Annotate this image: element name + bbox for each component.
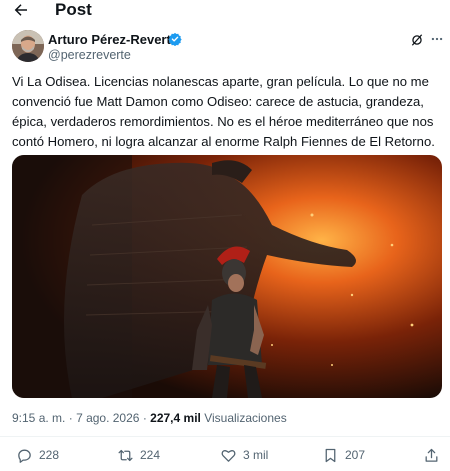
author-name[interactable]: Arturo Pérez-Reverte [48, 32, 178, 48]
top-bar: Post [0, 0, 450, 22]
views-count: 227,4 mil [150, 411, 201, 425]
reply-button[interactable]: 228 [16, 445, 59, 465]
post-time[interactable]: 9:15 a. m. [12, 411, 65, 425]
back-arrow-icon[interactable] [12, 1, 30, 19]
author-handle[interactable]: @perezreverte [48, 48, 131, 63]
divider [0, 436, 450, 437]
like-count: 3 mil [243, 448, 269, 462]
post-author: Arturo Pérez-Reverte @perezreverte [12, 30, 444, 64]
bookmark-count: 207 [345, 448, 366, 462]
meta-separator: · [142, 411, 147, 425]
reply-icon [18, 449, 31, 463]
share-button[interactable] [423, 445, 440, 465]
repost-icon [118, 449, 133, 461]
share-icon [425, 448, 438, 462]
verified-badge-icon [168, 32, 182, 46]
repost-button[interactable]: 224 [117, 445, 160, 465]
like-icon [221, 449, 236, 462]
grok-icon[interactable] [410, 33, 424, 47]
meta-separator: · [68, 411, 73, 425]
post-image[interactable] [12, 155, 442, 398]
views-label: Visualizaciones [204, 411, 287, 425]
repost-count: 224 [140, 448, 161, 462]
more-icon[interactable] [430, 32, 444, 46]
reply-count: 228 [39, 448, 60, 462]
action-bar: 228 224 3 mil 207 [0, 445, 450, 465]
post-metadata: 9:15 a. m. · 7 ago. 2026 · 227,4 mil Vis… [12, 411, 287, 425]
bookmark-icon [325, 448, 336, 462]
bookmark-button[interactable]: 207 [322, 445, 365, 465]
avatar[interactable] [12, 30, 44, 62]
page-title: Post [55, 0, 92, 19]
post-date[interactable]: 7 ago. 2026 [76, 411, 139, 425]
like-button[interactable]: 3 mil [220, 445, 268, 465]
post-text: Vi La Odisea. Licencias nolanescas apart… [12, 74, 435, 149]
